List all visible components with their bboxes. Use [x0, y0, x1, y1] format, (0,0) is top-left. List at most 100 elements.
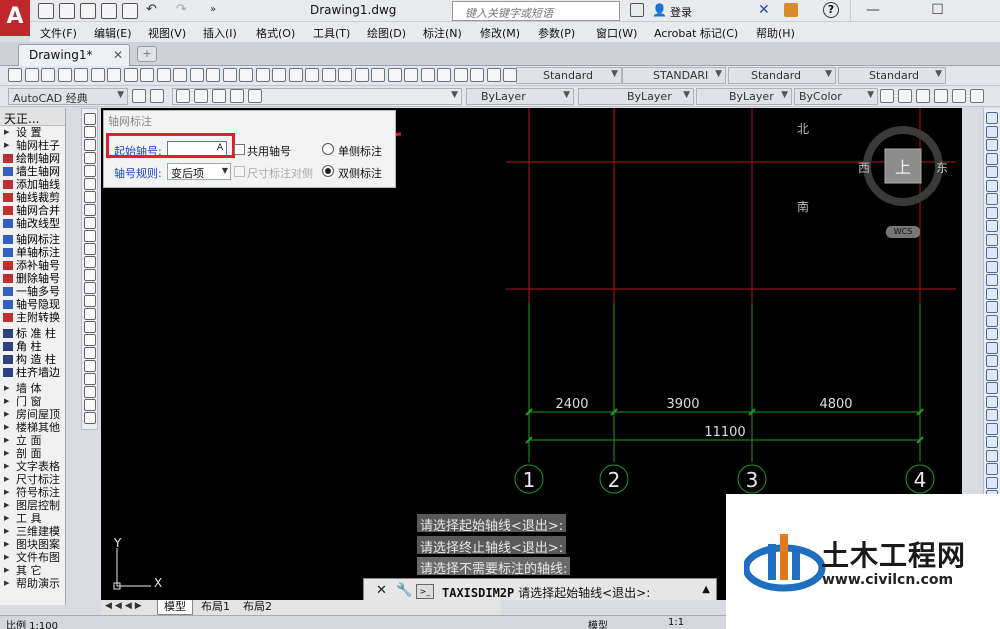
modify-tool-icon[interactable] — [986, 112, 998, 124]
palette-command[interactable]: 添加轴线 — [0, 178, 65, 191]
modify-tool-icon[interactable] — [986, 152, 998, 165]
close-icon[interactable]: ✕ — [376, 583, 387, 598]
palette-category[interactable]: 图块图案 — [0, 538, 65, 551]
toolbar-tool-icon[interactable] — [140, 68, 154, 82]
menu-insert[interactable]: 插入(I) — [203, 25, 237, 41]
menu-parametric[interactable]: 参数(P) — [538, 25, 575, 41]
modify-tool-icon[interactable] — [986, 449, 998, 462]
help-icon[interactable]: ? — [823, 2, 839, 18]
toolbar-tool-icon[interactable] — [355, 68, 369, 82]
palette-command[interactable]: 角 柱 — [0, 340, 65, 353]
layer-tool-icon[interactable] — [934, 89, 948, 103]
palette-category[interactable]: 其 它 — [0, 564, 65, 577]
layer-tool-icon[interactable] — [970, 89, 984, 103]
modify-tool-icon[interactable] — [986, 476, 998, 489]
modify-tool-icon[interactable] — [986, 139, 998, 151]
app-logo[interactable]: A — [0, 0, 30, 36]
menu-dimension[interactable]: 标注(N) — [423, 25, 462, 41]
draw-tool-icon[interactable] — [84, 399, 96, 411]
palette-command[interactable]: 一轴多号 — [0, 285, 65, 298]
more-icon[interactable]: » — [210, 4, 216, 15]
modify-tool-icon[interactable] — [986, 368, 998, 381]
toolbar-tool-icon[interactable] — [322, 68, 336, 82]
palette-category[interactable]: 符号标注 — [0, 486, 65, 499]
modify-tool-icon[interactable] — [986, 233, 998, 246]
color-select[interactable]: ByLayer ▼ — [466, 88, 574, 105]
command-text[interactable]: TAXISDIM2P 请选择起始轴线<退出>: — [442, 584, 650, 600]
tab-drawing1[interactable]: Drawing1* ✕ — [18, 44, 130, 66]
toolbar-tool-icon[interactable] — [503, 68, 517, 82]
palette-category[interactable]: 门 窗 — [0, 395, 65, 408]
menu-tools[interactable]: 工具(T) — [313, 25, 350, 41]
modify-tool-icon[interactable] — [986, 422, 998, 435]
modify-tool-icon[interactable] — [986, 355, 998, 367]
menu-window[interactable]: 窗口(W) — [596, 25, 637, 41]
palette-category[interactable]: 工 具 — [0, 512, 65, 525]
menu-file[interactable]: 文件(F) — [40, 25, 77, 41]
toolbar-tool-icon[interactable] — [289, 68, 303, 82]
draw-tool-icon[interactable] — [84, 204, 96, 216]
palette-command[interactable]: 轴网合并 — [0, 204, 65, 217]
tab-layout1[interactable]: 布局1 — [195, 600, 236, 615]
layer-tool-icon[interactable] — [176, 89, 190, 103]
toolbar-tool-icon[interactable] — [437, 68, 451, 82]
toolbar-tool-icon[interactable] — [371, 68, 385, 82]
table-style-select[interactable]: Standard ▼ — [728, 67, 836, 84]
palette-command[interactable]: 标 准 柱 — [0, 327, 65, 340]
compass-north[interactable]: 北 — [797, 120, 809, 137]
palette-category[interactable]: 三维建模 — [0, 525, 65, 538]
layer-tool-icon[interactable] — [194, 89, 208, 103]
draw-tool-icon[interactable] — [84, 334, 96, 346]
palette-command[interactable]: 轴号隐现 — [0, 298, 65, 311]
axis-rule-select[interactable]: 变后项 ▼ — [167, 163, 231, 180]
toolbar-tool-icon[interactable] — [124, 68, 138, 82]
palette-command[interactable]: 主附转换 — [0, 311, 65, 324]
exchange-icon[interactable]: ✕ — [758, 2, 770, 18]
app-store-icon[interactable] — [784, 3, 798, 17]
maximize-button[interactable]: ☐ — [915, 0, 960, 22]
redo-icon[interactable]: ↷ — [176, 2, 187, 17]
palette-category[interactable]: 文件布图 — [0, 551, 65, 564]
palette-category[interactable]: 立 面 — [0, 434, 65, 447]
layer-tool-icon[interactable] — [898, 89, 912, 103]
modify-tool-icon[interactable] — [986, 463, 998, 475]
modify-tool-icon[interactable] — [986, 314, 998, 327]
layer-tool-icon[interactable] — [230, 89, 244, 103]
layer-tool-icon[interactable] — [212, 89, 226, 103]
compass-west[interactable]: 西 — [858, 159, 870, 176]
annotation-scale[interactable]: 1:1 — [668, 617, 684, 628]
search-input[interactable]: 键入关键字或短语 — [452, 1, 620, 21]
command-line[interactable]: ✕ 🔧 >_ TAXISDIM2P 请选择起始轴线<退出>: ▲ — [363, 578, 717, 600]
palette-category[interactable]: 帮助演示 — [0, 577, 65, 590]
draw-tool-icon[interactable] — [84, 386, 96, 398]
palette-command[interactable]: 构 造 柱 — [0, 353, 65, 366]
draw-tool-icon[interactable] — [84, 256, 96, 268]
modify-tool-icon[interactable] — [986, 395, 998, 408]
palette-category[interactable]: 剖 面 — [0, 447, 65, 460]
draw-tool-icon[interactable] — [84, 113, 96, 125]
toolbar-tool-icon[interactable] — [58, 68, 72, 82]
tab-nav-arrows[interactable]: ◀◀◀▶ — [105, 601, 145, 611]
toolbar-tool-icon[interactable] — [487, 68, 501, 82]
toolbar-tool-icon[interactable] — [173, 68, 187, 82]
draw-tool-icon[interactable] — [84, 308, 96, 320]
layer-tool-icon[interactable] — [248, 89, 262, 103]
layer-tool-icon[interactable] — [952, 89, 966, 103]
palette-command[interactable]: 轴线裁剪 — [0, 191, 65, 204]
toolbar-tool-icon[interactable] — [338, 68, 352, 82]
minimize-button[interactable]: — — [850, 0, 895, 22]
compass-south[interactable]: 南 — [797, 198, 809, 215]
draw-tool-icon[interactable] — [84, 373, 96, 385]
caret-up-icon[interactable]: ▲ — [702, 584, 710, 595]
modify-tool-icon[interactable] — [986, 260, 998, 273]
close-icon[interactable]: ✕ — [113, 48, 123, 62]
palette-category[interactable]: 文字表格 — [0, 460, 65, 473]
layer-tool-icon[interactable] — [150, 89, 164, 103]
toolbar-tool-icon[interactable] — [206, 68, 220, 82]
menu-draw[interactable]: 绘图(D) — [367, 25, 406, 41]
modify-tool-icon[interactable] — [986, 193, 998, 205]
dim-opposite-checkbox[interactable] — [234, 166, 245, 177]
toolbar-tool-icon[interactable] — [421, 68, 435, 82]
menu-format[interactable]: 格式(O) — [256, 25, 295, 41]
draw-tool-icon[interactable] — [84, 321, 96, 333]
